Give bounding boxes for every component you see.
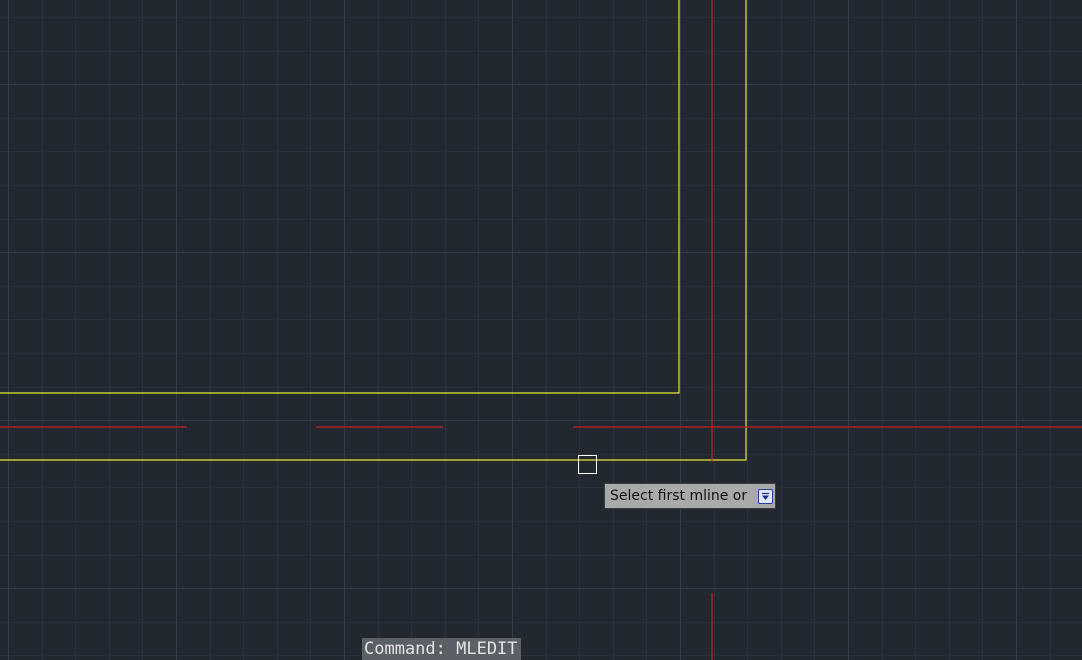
dynamic-input-tooltip: Select first mline or xyxy=(604,483,776,509)
tooltip-prompt: Select first mline or xyxy=(610,488,748,504)
model-space[interactable] xyxy=(0,0,1082,660)
grid-major-lines xyxy=(0,0,1082,660)
grid-minor-lines xyxy=(0,0,1082,660)
pickbox-cursor xyxy=(578,455,597,474)
down-arrow-icon[interactable] xyxy=(758,489,773,504)
mline-outer-edge[interactable] xyxy=(0,0,747,461)
drawing-canvas[interactable]: Select first mline or Command: MLEDIT xyxy=(0,0,1082,660)
command-line[interactable]: Command: MLEDIT xyxy=(362,638,521,660)
mline-inner-edge[interactable] xyxy=(0,0,680,394)
